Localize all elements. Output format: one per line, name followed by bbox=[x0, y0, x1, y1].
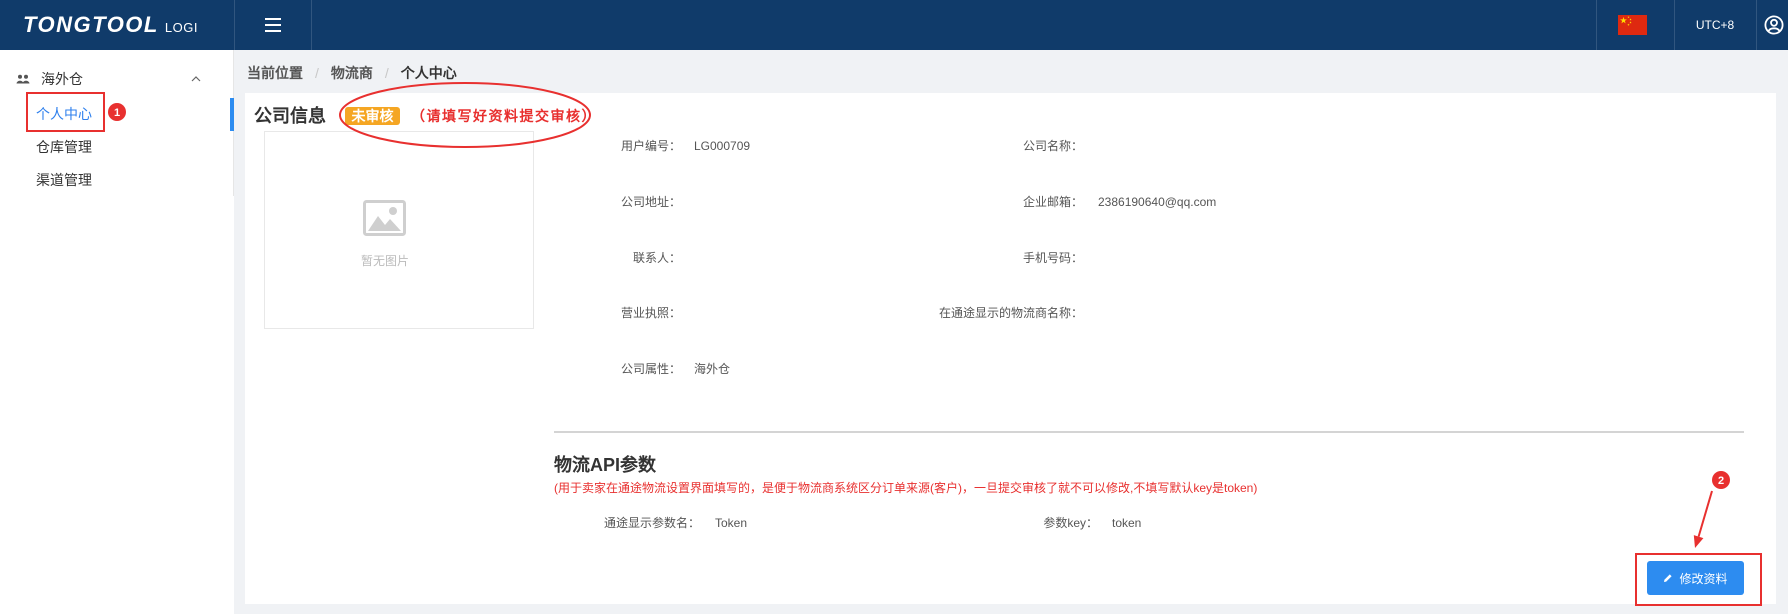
field-label-mobile: 手机号码： bbox=[1022, 251, 1083, 265]
sidebar-item-label: 渠道管理 bbox=[36, 172, 92, 188]
field-label-display-name: 在通途显示的物流商名称： bbox=[938, 306, 1083, 320]
field-value-company-type: 海外仓 bbox=[694, 362, 731, 376]
header-divider bbox=[311, 0, 312, 50]
param-label-key: 参数key： bbox=[1043, 516, 1098, 530]
status-hint: （请填写好资料提交审核） bbox=[411, 108, 597, 124]
edit-profile-label: 修改资料 bbox=[1679, 571, 1728, 586]
field-value-company-email: 2386190640@qq.com bbox=[1098, 195, 1217, 209]
company-info-title: 公司信息 bbox=[254, 106, 326, 126]
pencil-icon bbox=[1664, 574, 1673, 582]
status-badge: 未审核 bbox=[345, 107, 400, 125]
sidebar: 海外仓 个人中心 仓库管理 渠道管理 bbox=[0, 50, 234, 614]
app-logo[interactable]: TONGTOOL LOGI bbox=[23, 0, 198, 50]
edit-profile-button[interactable]: 修改资料 bbox=[1647, 561, 1744, 595]
sidebar-item-warehouse-management[interactable]: 仓库管理 bbox=[0, 132, 233, 162]
field-value-user-id: LG000709 bbox=[694, 139, 751, 153]
sidebar-item-label: 个人中心 bbox=[36, 106, 92, 122]
param-label-display-name: 通途显示参数名： bbox=[603, 516, 700, 530]
sidebar-active-indicator bbox=[230, 98, 234, 131]
logo-wordmark: TONGTOOL bbox=[23, 12, 159, 37]
sidebar-item-channel-management[interactable]: 渠道管理 bbox=[0, 165, 233, 195]
hamburger-icon[interactable] bbox=[262, 14, 284, 36]
param-value-key: token bbox=[1112, 516, 1142, 530]
field-label-contact-person: 联系人： bbox=[632, 251, 681, 265]
breadcrumb-separator: / bbox=[315, 65, 319, 81]
section-divider bbox=[554, 431, 1744, 433]
api-params-title: 物流API参数 bbox=[554, 455, 657, 475]
field-label-company-email: 企业邮箱： bbox=[1022, 195, 1083, 209]
header-divider bbox=[234, 0, 235, 50]
breadcrumb-personal-center: 个人中心 bbox=[400, 65, 457, 81]
breadcrumb-separator: / bbox=[384, 65, 389, 81]
field-label-company-type: 公司属性： bbox=[620, 362, 681, 376]
company-info-card: 公司信息 未审核 （请填写好资料提交审核） 暂无图片 用户编号： LG00070… bbox=[245, 93, 1776, 604]
top-header: TONGTOOL LOGI UTC+8 bbox=[0, 0, 1788, 50]
chevron-up-icon[interactable] bbox=[191, 76, 201, 82]
field-label-user-id: 用户编号： bbox=[620, 139, 681, 153]
breadcrumb-current-location: 当前位置 bbox=[247, 65, 303, 81]
breadcrumb-logistics-provider[interactable]: 物流商 bbox=[331, 63, 373, 83]
api-params-note: (用于卖家在通途物流设置界面填写的，是便于物流商系统区分订单来源(客户)，一旦提… bbox=[554, 481, 1258, 495]
field-label-company-name: 公司名称： bbox=[1022, 139, 1083, 153]
breadcrumb: 当前位置 / 物流商 / 个人中心 bbox=[247, 62, 457, 84]
user-circle-icon[interactable] bbox=[1764, 15, 1784, 35]
people-icon bbox=[16, 74, 30, 84]
sidebar-item-personal-center[interactable]: 个人中心 bbox=[0, 99, 233, 129]
company-logo-upload[interactable]: 暂无图片 bbox=[264, 131, 534, 329]
sidebar-item-label: 仓库管理 bbox=[36, 139, 92, 155]
sidebar-group-overseas-warehouse[interactable]: 海外仓 bbox=[0, 67, 233, 91]
logo-suffix: LOGI bbox=[164, 19, 198, 35]
header-divider bbox=[1596, 0, 1597, 50]
header-divider bbox=[1756, 0, 1757, 50]
field-label-business-license: 营业执照： bbox=[620, 306, 681, 320]
timezone-indicator[interactable]: UTC+8 bbox=[1674, 0, 1756, 50]
field-label-company-address: 公司地址： bbox=[620, 195, 681, 209]
param-value-display-name: Token bbox=[715, 516, 748, 530]
sidebar-group-label: 海外仓 bbox=[41, 71, 83, 87]
china-flag-icon[interactable] bbox=[1618, 15, 1647, 35]
